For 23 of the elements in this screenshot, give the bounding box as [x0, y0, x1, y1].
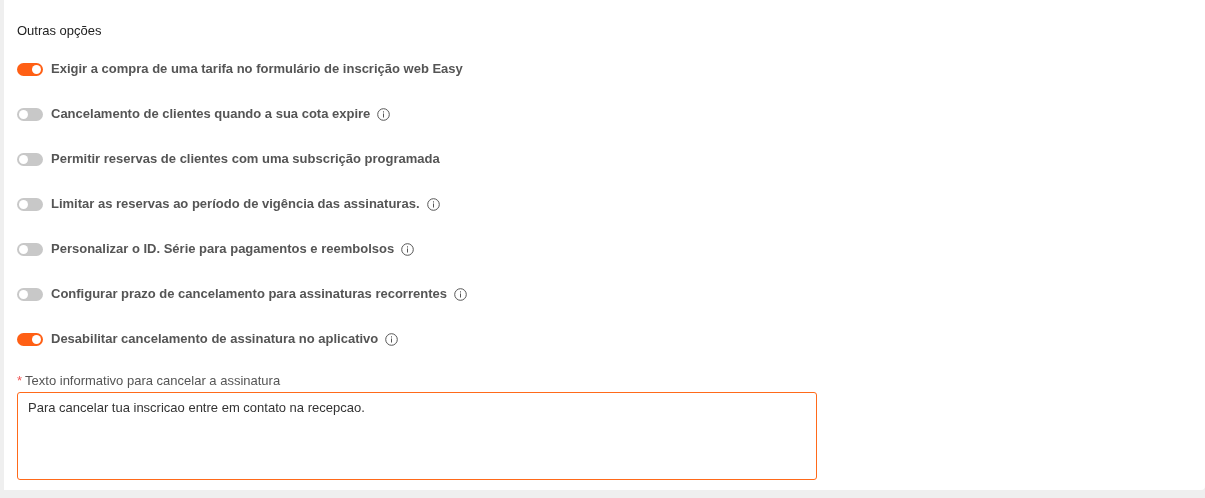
info-icon[interactable]	[385, 332, 399, 346]
option-label: Desabilitar cancelamento de assinatura no aplicativo	[51, 330, 379, 349]
toggle-switch[interactable]	[17, 107, 43, 121]
option-label: Personalizar o ID. Série para pagamentos e reembolsos	[51, 240, 395, 259]
input-field[interactable]: Para cancelar tua inscricao entre em contato na recepcao.	[17, 392, 817, 480]
option-label: Permitir reservas de clientes com uma subscrição programada	[51, 150, 440, 169]
required-mark: *	[17, 373, 23, 389]
info-icon[interactable]	[401, 242, 415, 256]
info-icon[interactable]	[453, 287, 467, 301]
option-label: Configurar prazo de cancelamento para assinaturas recorrentes	[51, 285, 447, 304]
toggle-switch[interactable]	[17, 287, 43, 301]
option-label: Limitar as reservas ao período de vigência das assinaturas.	[51, 195, 420, 214]
section-title: Outras opções	[17, 22, 102, 40]
info-icon[interactable]	[426, 197, 440, 211]
field-label: Texto informativo para cancelar a assinatura	[25, 373, 281, 389]
option-label: Cancelamento de clientes quando a sua cota expire	[51, 105, 371, 124]
toggle-switch[interactable]	[17, 197, 43, 211]
toggle-switch[interactable]	[17, 152, 43, 166]
option-label: Exigir a compra de uma tarifa no formulário de inscrição web Easy	[51, 60, 463, 79]
toggle-switch[interactable]	[17, 242, 43, 256]
toggle-switch[interactable]	[17, 332, 43, 346]
info-icon[interactable]	[377, 107, 391, 121]
toggle-switch[interactable]	[17, 62, 43, 76]
